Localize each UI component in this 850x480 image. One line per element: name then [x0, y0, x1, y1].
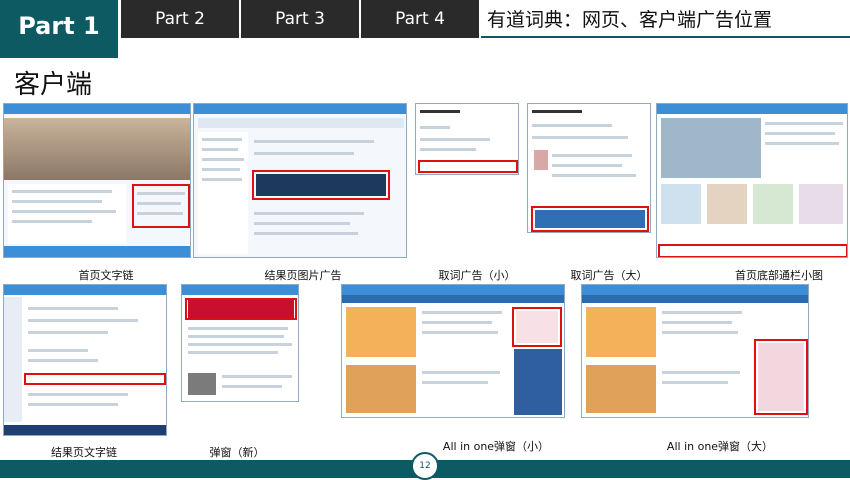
caption-popup-new: 弹窗（新）: [209, 446, 265, 459]
slide-title: 有道词典：网页、客户端广告位置: [481, 0, 850, 38]
caption-all-in-one-popup-large: All in one弹窗（大）: [666, 440, 774, 453]
page-number: 12: [411, 452, 439, 480]
caption-homepage-text-link: 首页文字链: [78, 269, 134, 282]
caption-all-in-one-popup-small: All in one弹窗（小）: [442, 440, 550, 453]
caption-result-page-text-link: 结果页文字链: [51, 446, 117, 459]
caption-lookup-ad-large: 取词广告（大）: [570, 269, 648, 282]
screenshot-lookup-ad-small: [415, 103, 519, 175]
screenshot-popup-new: [181, 284, 299, 402]
tab-part-1[interactable]: Part 1: [0, 0, 118, 58]
caption-homepage-bottom-banner: 首页底部通栏小图: [735, 269, 823, 282]
section-heading: 客户端: [14, 70, 93, 100]
tab-part-3[interactable]: Part 3: [241, 0, 359, 38]
tab-part-2[interactable]: Part 2: [121, 0, 239, 38]
caption-result-page-image-ad: 结果页图片广告: [264, 269, 342, 282]
screenshot-result-page-image-ad: [193, 103, 407, 258]
screenshot-lookup-ad-large: [527, 103, 651, 233]
caption-lookup-ad-small: 取词广告（小）: [438, 269, 516, 282]
screenshot-all-in-one-popup-large: [581, 284, 809, 418]
screenshot-result-page-text-link: [3, 284, 167, 436]
screenshot-all-in-one-popup-small: [341, 284, 565, 418]
tab-part-4[interactable]: Part 4: [361, 0, 479, 38]
screenshot-homepage-bottom-banner: [656, 103, 848, 258]
screenshot-homepage-text-link: [3, 103, 191, 258]
